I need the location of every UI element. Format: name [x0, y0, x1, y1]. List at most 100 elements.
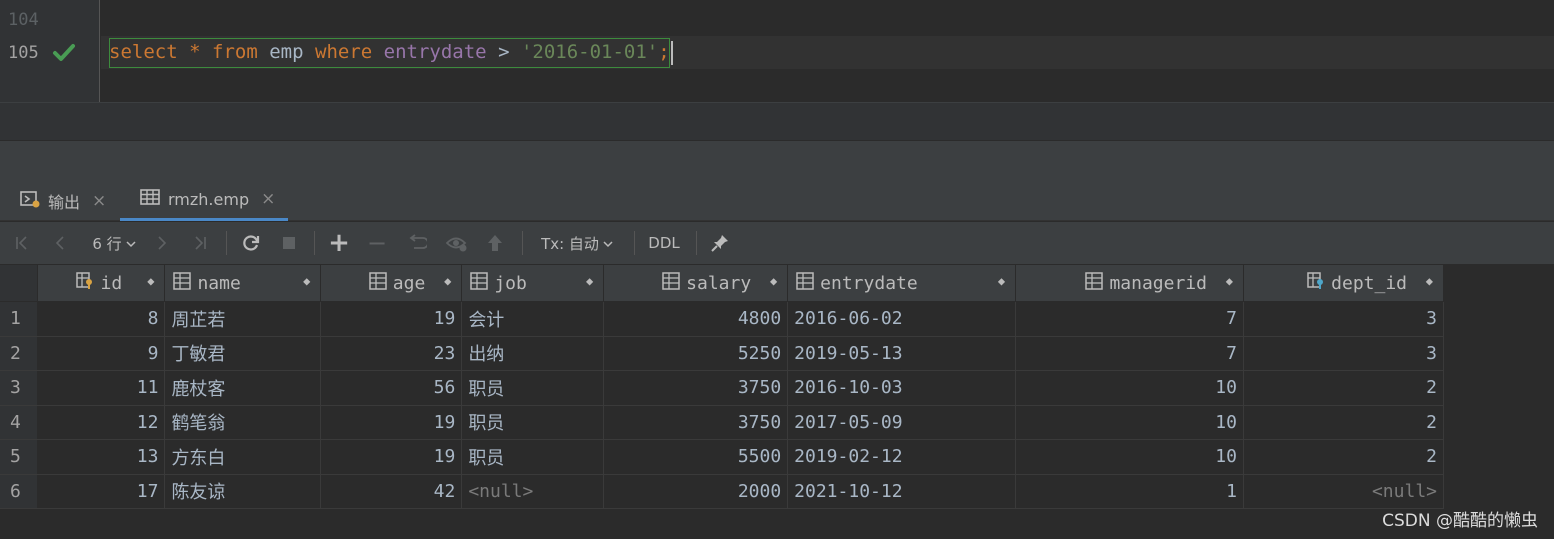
cell-managerid[interactable]: 7: [1015, 301, 1244, 337]
cell-salary[interactable]: 3750: [603, 370, 789, 406]
cell-dept-id[interactable]: 2: [1243, 405, 1445, 440]
cell-job[interactable]: 会计: [461, 301, 605, 337]
column-header-age[interactable]: age ◆: [320, 265, 463, 302]
refresh-icon[interactable]: [238, 222, 264, 264]
cell-id[interactable]: 17: [37, 474, 166, 509]
cell-dept-id[interactable]: 3: [1243, 301, 1445, 337]
sort-icon[interactable]: ◆: [770, 274, 777, 288]
cell-salary[interactable]: 5500: [603, 439, 789, 475]
cell-name[interactable]: 丁敏君: [164, 336, 322, 371]
cell-dept-id[interactable]: 2: [1243, 370, 1445, 406]
cell-age[interactable]: 56: [320, 370, 463, 406]
sort-icon[interactable]: ◆: [1226, 274, 1233, 288]
sql-editor[interactable]: 104 105 select * from emp where entrydat…: [0, 0, 1554, 102]
rows-per-page-select[interactable]: 6 行: [84, 222, 144, 264]
table-row[interactable]: 2 9 丁敏君 23 出纳 5250 2019-05-13 7 3: [0, 336, 1445, 371]
column-header-entrydate[interactable]: entrydate ◆: [787, 265, 1017, 302]
cell-managerid[interactable]: 10: [1015, 405, 1244, 440]
column-header-salary[interactable]: salary ◆: [603, 265, 789, 302]
last-page-icon[interactable]: [188, 222, 212, 264]
cell-job[interactable]: <null>: [461, 474, 605, 509]
cell-dept-id[interactable]: 2: [1243, 439, 1445, 475]
table-row[interactable]: 1 8 周芷若 19 会计 4800 2016-06-02 7 3: [0, 301, 1445, 337]
cell-managerid[interactable]: 7: [1015, 336, 1244, 371]
tab-output[interactable]: 输出 ×: [20, 180, 106, 221]
sort-icon[interactable]: ◆: [1426, 274, 1433, 288]
cell-managerid[interactable]: 10: [1015, 370, 1244, 406]
pin-icon[interactable]: [706, 222, 734, 264]
cell-id[interactable]: 13: [37, 439, 166, 475]
cell-managerid[interactable]: 10: [1015, 439, 1244, 475]
splitter-bar[interactable]: [0, 140, 1554, 180]
add-row-button[interactable]: +: [326, 222, 352, 264]
cell-job[interactable]: 职员: [461, 370, 605, 406]
cell-name[interactable]: 周芷若: [164, 301, 322, 337]
cell-age[interactable]: 23: [320, 336, 463, 371]
cell-entrydate[interactable]: 2021-10-12: [787, 474, 1017, 509]
cell-job[interactable]: 出纳: [461, 336, 605, 371]
sql-statement[interactable]: select * from emp where entrydate > '201…: [109, 38, 673, 68]
table-row[interactable]: 4 12 鹤笔翁 19 职员 3750 2017-05-09 10 2: [0, 405, 1445, 440]
cell-age[interactable]: 19: [320, 405, 463, 440]
first-page-icon[interactable]: [10, 222, 34, 264]
cell-salary[interactable]: 2000: [603, 474, 789, 509]
row-number[interactable]: 3: [0, 370, 39, 406]
column-header-id[interactable]: id ◆: [37, 265, 166, 302]
row-number[interactable]: 1: [0, 301, 39, 337]
close-icon[interactable]: ×: [92, 191, 106, 211]
cell-id[interactable]: 12: [37, 405, 166, 440]
row-number[interactable]: 5: [0, 439, 39, 475]
transaction-mode-select[interactable]: Tx: 自动: [534, 222, 620, 264]
cell-age[interactable]: 19: [320, 301, 463, 337]
table-row[interactable]: 5 13 方东白 19 职员 5500 2019-02-12 10 2: [0, 439, 1445, 475]
cell-age[interactable]: 42: [320, 474, 463, 509]
sort-icon[interactable]: ◆: [444, 274, 451, 288]
code-area[interactable]: select * from emp where entrydate > '201…: [101, 0, 1554, 102]
sort-icon[interactable]: ◆: [147, 274, 154, 288]
cell-id[interactable]: 8: [37, 301, 166, 337]
next-page-icon[interactable]: [150, 222, 174, 264]
cell-name[interactable]: 方东白: [164, 439, 322, 475]
tab-rmzh-emp[interactable]: rmzh.emp ×: [120, 180, 288, 221]
table-row[interactable]: 6 17 陈友谅 42 <null> 2000 2021-10-12 1 <null>: [0, 474, 1445, 509]
cell-entrydate[interactable]: 2017-05-09: [787, 405, 1017, 440]
cell-id[interactable]: 11: [37, 370, 166, 406]
cell-name[interactable]: 鹤笔翁: [164, 405, 322, 440]
sort-icon[interactable]: ◆: [998, 274, 1005, 288]
column-header-dept-id[interactable]: dept_id ◆: [1243, 265, 1445, 302]
cell-dept-id[interactable]: <null>: [1243, 474, 1445, 509]
row-number[interactable]: 6: [0, 474, 39, 509]
row-number[interactable]: 4: [0, 405, 39, 440]
cell-salary[interactable]: 4800: [603, 301, 789, 337]
cell-entrydate[interactable]: 2016-10-03: [787, 370, 1017, 406]
ddl-button[interactable]: DDL: [644, 222, 684, 264]
cell-name[interactable]: 陈友谅: [164, 474, 322, 509]
row-number[interactable]: 2: [0, 336, 39, 371]
sort-icon[interactable]: ◆: [586, 274, 593, 288]
revert-icon[interactable]: [404, 222, 430, 264]
cell-name[interactable]: 鹿杖客: [164, 370, 322, 406]
result-grid[interactable]: id ◆ name ◆ age ◆ job ◆ salary ◆ entryda…: [0, 265, 1445, 509]
cell-id[interactable]: 9: [37, 336, 166, 371]
preview-icon[interactable]: [444, 222, 470, 264]
cell-job[interactable]: 职员: [461, 439, 605, 475]
sort-icon[interactable]: ◆: [303, 274, 310, 288]
cell-salary[interactable]: 5250: [603, 336, 789, 371]
column-header-job[interactable]: job ◆: [461, 265, 605, 302]
remove-row-button[interactable]: −: [364, 222, 390, 264]
table-row[interactable]: 3 11 鹿杖客 56 职员 3750 2016-10-03 10 2: [0, 370, 1445, 406]
column-header-name[interactable]: name ◆: [164, 265, 322, 302]
cell-entrydate[interactable]: 2019-05-13: [787, 336, 1017, 371]
submit-icon[interactable]: [482, 222, 508, 264]
cell-entrydate[interactable]: 2016-06-02: [787, 301, 1017, 337]
stop-icon[interactable]: [276, 222, 302, 264]
cell-managerid[interactable]: 1: [1015, 474, 1244, 509]
cell-age[interactable]: 19: [320, 439, 463, 475]
cell-entrydate[interactable]: 2019-02-12: [787, 439, 1017, 475]
prev-page-icon[interactable]: [48, 222, 72, 264]
cell-dept-id[interactable]: 3: [1243, 336, 1445, 371]
cell-job[interactable]: 职员: [461, 405, 605, 440]
cell-salary[interactable]: 3750: [603, 405, 789, 440]
close-icon[interactable]: ×: [261, 189, 275, 209]
column-header-managerid[interactable]: managerid ◆: [1015, 265, 1244, 302]
